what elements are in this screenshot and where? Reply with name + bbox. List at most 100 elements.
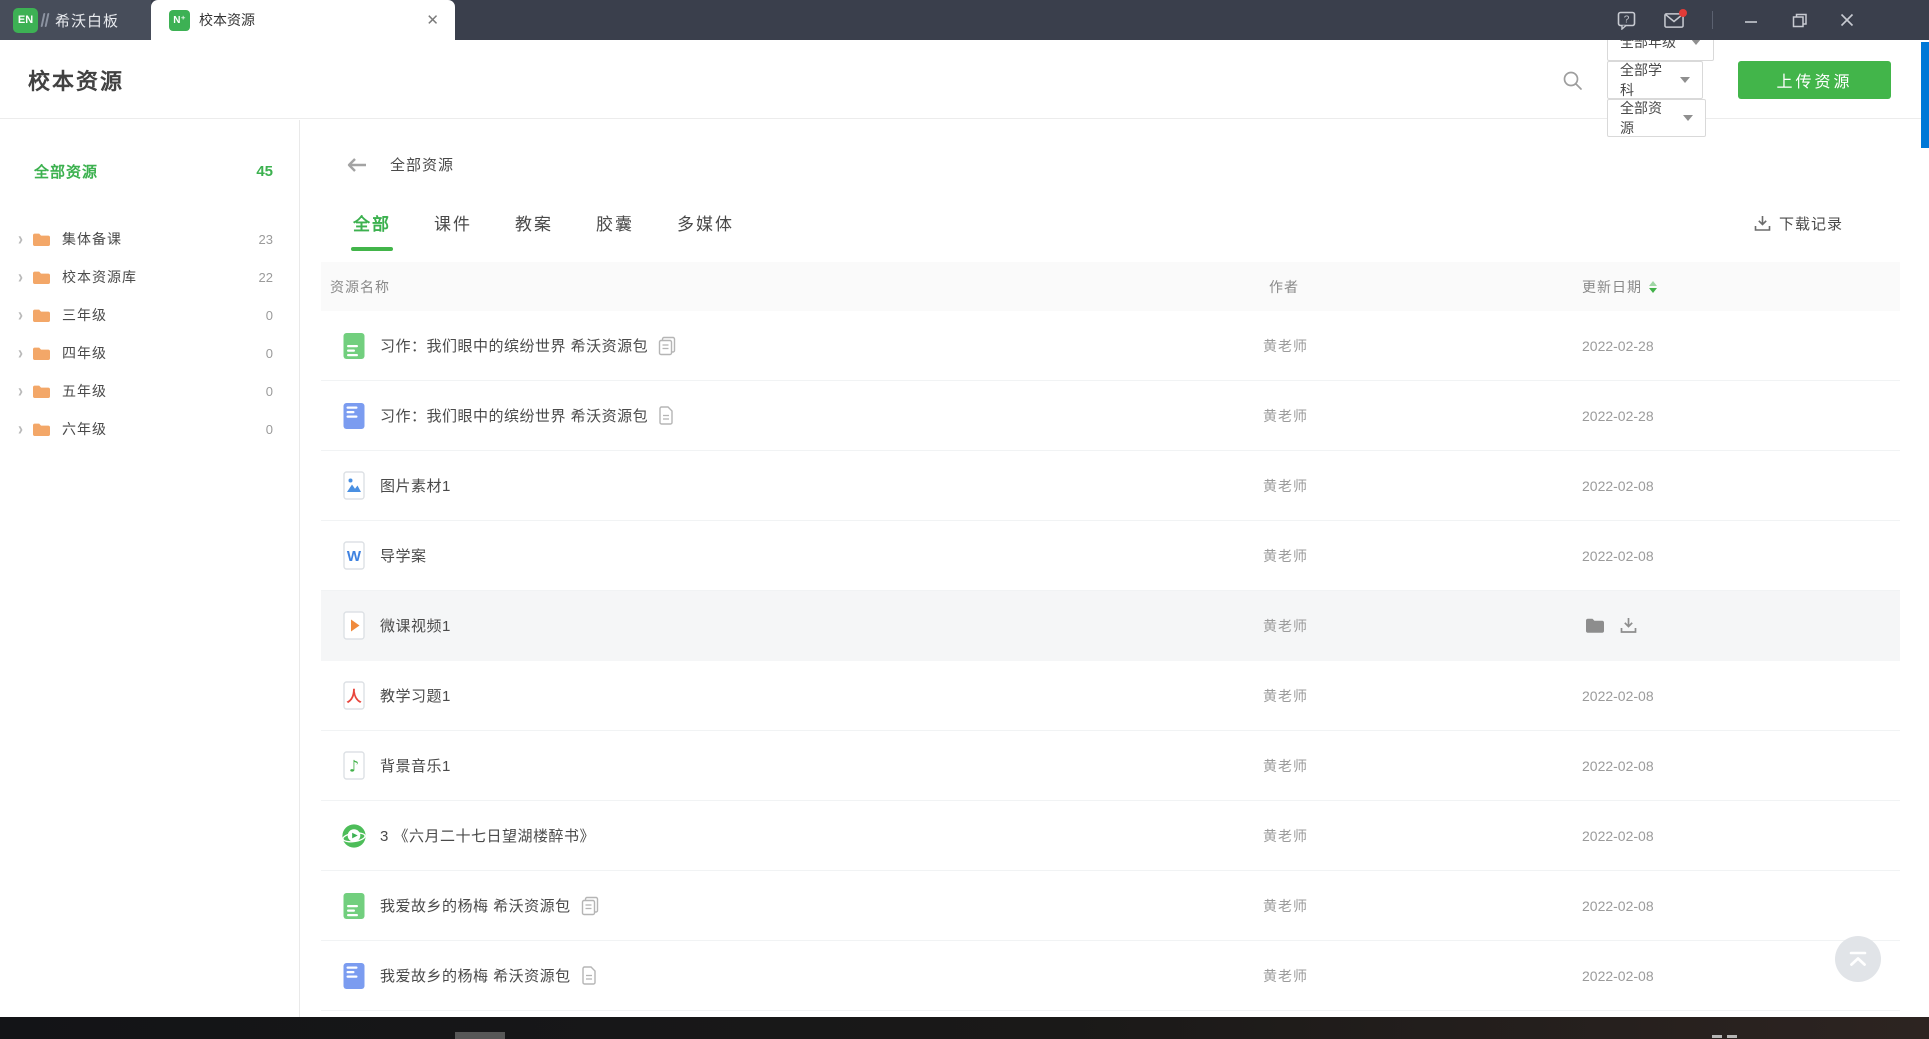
move-to-folder-icon[interactable] — [1585, 617, 1605, 634]
tab-多媒体[interactable]: 多媒体 — [677, 210, 734, 251]
chevron-down-icon — [1683, 115, 1693, 121]
doc-green-file-icon — [341, 891, 367, 921]
sidebar-folder-四年级[interactable]: › 四年级 0 — [0, 334, 299, 372]
resource-author: 黄老师 — [1263, 617, 1308, 634]
upload-resource-button[interactable]: 上传资源 — [1738, 61, 1891, 99]
notification-dot — [1679, 9, 1687, 17]
table-row[interactable]: W 导学案 黄老师 2022-02-08 — [321, 521, 1900, 591]
page-title: 校本资源 — [28, 69, 125, 94]
sidebar-folder-五年级[interactable]: › 五年级 0 — [0, 372, 299, 410]
search-icon[interactable] — [1562, 70, 1583, 91]
taskbar-trace — [1712, 1035, 1737, 1038]
back-to-top-button[interactable] — [1835, 936, 1881, 982]
table-row[interactable]: 习作：我们眼中的缤纷世界 希沃资源包 黄老师 2022-02-28 — [321, 381, 1900, 451]
tab-close-icon[interactable]: ✕ — [426, 13, 439, 28]
table-row[interactable]: 图片素材1 黄老师 2022-02-08 — [321, 451, 1900, 521]
app-logo-icon: EN — [13, 7, 38, 33]
table-header: 资源名称 作者 更新日期 — [321, 262, 1900, 311]
chevron-right-icon[interactable]: › — [18, 304, 23, 325]
breadcrumb-label: 全部资源 — [390, 157, 455, 174]
table-row[interactable]: 人 教学习题1 黄老师 2022-02-08 — [321, 661, 1900, 731]
download-icon[interactable] — [1620, 617, 1637, 634]
image-file-icon — [341, 470, 367, 501]
tab-课件[interactable]: 课件 — [434, 210, 472, 251]
resource-date: 2022-02-28 — [1582, 337, 1654, 354]
column-author: 作者 — [1269, 278, 1299, 295]
minimize-button[interactable] — [1741, 10, 1761, 30]
chevron-right-icon[interactable]: › — [18, 228, 23, 249]
close-button[interactable] — [1837, 10, 1857, 30]
folder-label: 六年级 — [62, 421, 107, 437]
sidebar-folder-集体备课[interactable]: › 集体备课 23 — [0, 220, 299, 258]
music-file-icon: ♪ — [341, 750, 367, 781]
resource-date: 2022-02-08 — [1582, 687, 1654, 704]
folder-count: 0 — [265, 345, 273, 361]
doc-green-file-icon — [341, 331, 367, 361]
help-icon[interactable]: ? — [1616, 10, 1636, 30]
layered-pages-icon — [40, 13, 50, 27]
sidebar-item-all-resources[interactable]: 全部资源 45 — [0, 152, 299, 190]
all-resources-label: 全部资源 — [34, 163, 99, 181]
folder-label: 校本资源库 — [62, 269, 137, 285]
table-row[interactable]: 我爱故乡的杨梅 希沃资源包 黄老师 2022-02-08 — [321, 871, 1900, 941]
download-records-button[interactable]: 下载记录 — [1754, 213, 1843, 234]
chevron-right-icon[interactable]: › — [18, 418, 23, 439]
back-arrow-icon[interactable] — [347, 157, 367, 172]
folder-label: 四年级 — [62, 345, 107, 361]
main-content: 全部资源 全部 课件 教案 胶囊 多媒体 下载记录 资源名称 作者 更新日期 习作：我们… — [301, 120, 1929, 1017]
resource-name: 背景音乐1 — [380, 758, 451, 775]
chevron-right-icon[interactable]: › — [18, 266, 23, 287]
tab-全部[interactable]: 全部 — [351, 210, 393, 251]
resource-author: 黄老师 — [1263, 757, 1308, 774]
pack-multi-badge-icon — [581, 896, 599, 916]
tab-label: 校本资源 — [199, 12, 255, 28]
pack-single-badge-icon — [581, 966, 597, 985]
filter-dropdown-type[interactable]: 全部资源 — [1607, 99, 1706, 137]
folder-label: 三年级 — [62, 307, 107, 323]
pack-multi-badge-icon — [658, 336, 676, 356]
word-file-icon: W — [341, 540, 367, 571]
table-row[interactable]: 我爱故乡的杨梅 希沃资源包 黄老师 2022-02-08 — [321, 941, 1900, 1011]
table-row[interactable]: 微课视频1 黄老师 — [321, 591, 1900, 661]
resource-name: 习作：我们眼中的缤纷世界 希沃资源包 — [380, 408, 649, 425]
download-icon — [1754, 216, 1771, 231]
folder-icon — [32, 270, 51, 285]
resource-author: 黄老师 — [1263, 967, 1308, 984]
column-name: 资源名称 — [330, 278, 390, 295]
edge-scrollbar[interactable] — [1921, 42, 1929, 148]
table-row[interactable]: 3 《六月二十七日望湖楼醉书》 黄老师 2022-02-08 — [321, 801, 1900, 871]
sidebar-folder-六年级[interactable]: › 六年级 0 — [0, 410, 299, 448]
filter-value: 全部资源 — [1620, 100, 1662, 136]
filter-dropdown-subject[interactable]: 全部学科 — [1607, 61, 1703, 99]
tab-胶囊[interactable]: 胶囊 — [596, 210, 634, 251]
maximize-button[interactable] — [1789, 10, 1809, 30]
resource-name: 习作：我们眼中的缤纷世界 希沃资源包 — [380, 338, 649, 355]
resource-table: 资源名称 作者 更新日期 习作：我们眼中的缤纷世界 希沃资源包 黄老师 2022… — [321, 262, 1900, 1011]
svg-text:W: W — [347, 548, 362, 565]
column-date-label: 更新日期 — [1582, 278, 1642, 295]
pack-single-badge-icon — [658, 406, 674, 425]
column-date-sort[interactable]: 更新日期 — [1582, 277, 1900, 297]
folder-icon — [32, 346, 51, 361]
app-home-button[interactable]: EN 希沃白板 — [0, 0, 151, 40]
folder-icon — [32, 422, 51, 437]
resource-name: 图片素材1 — [380, 478, 451, 495]
chevron-right-icon[interactable]: › — [18, 380, 23, 401]
resource-name: 导学案 — [380, 548, 427, 565]
resource-author: 黄老师 — [1263, 337, 1308, 354]
tab-school-resources[interactable]: N⁺ 校本资源 ✕ — [151, 0, 455, 40]
page-header: 校本资源 全部年级 全部学科 全部资源 上传资源 — [0, 23, 1929, 137]
folder-icon — [32, 384, 51, 399]
tab-教案[interactable]: 教案 — [515, 210, 553, 251]
sidebar-folder-校本资源库[interactable]: › 校本资源库 22 — [0, 258, 299, 296]
folder-count: 22 — [258, 269, 273, 285]
sidebar-folder-三年级[interactable]: › 三年级 0 — [0, 296, 299, 334]
resource-name: 3 《六月二十七日望湖楼醉书》 — [380, 828, 596, 845]
messages-icon[interactable] — [1664, 9, 1687, 30]
table-row[interactable]: 习作：我们眼中的缤纷世界 希沃资源包 黄老师 2022-02-28 — [321, 311, 1900, 381]
filter-value: 全部学科 — [1620, 62, 1662, 98]
resource-date — [1582, 617, 1900, 634]
chevron-right-icon[interactable]: › — [18, 342, 23, 363]
table-row[interactable]: ♪ 背景音乐1 黄老师 2022-02-08 — [321, 731, 1900, 801]
resource-date: 2022-02-08 — [1582, 757, 1654, 774]
